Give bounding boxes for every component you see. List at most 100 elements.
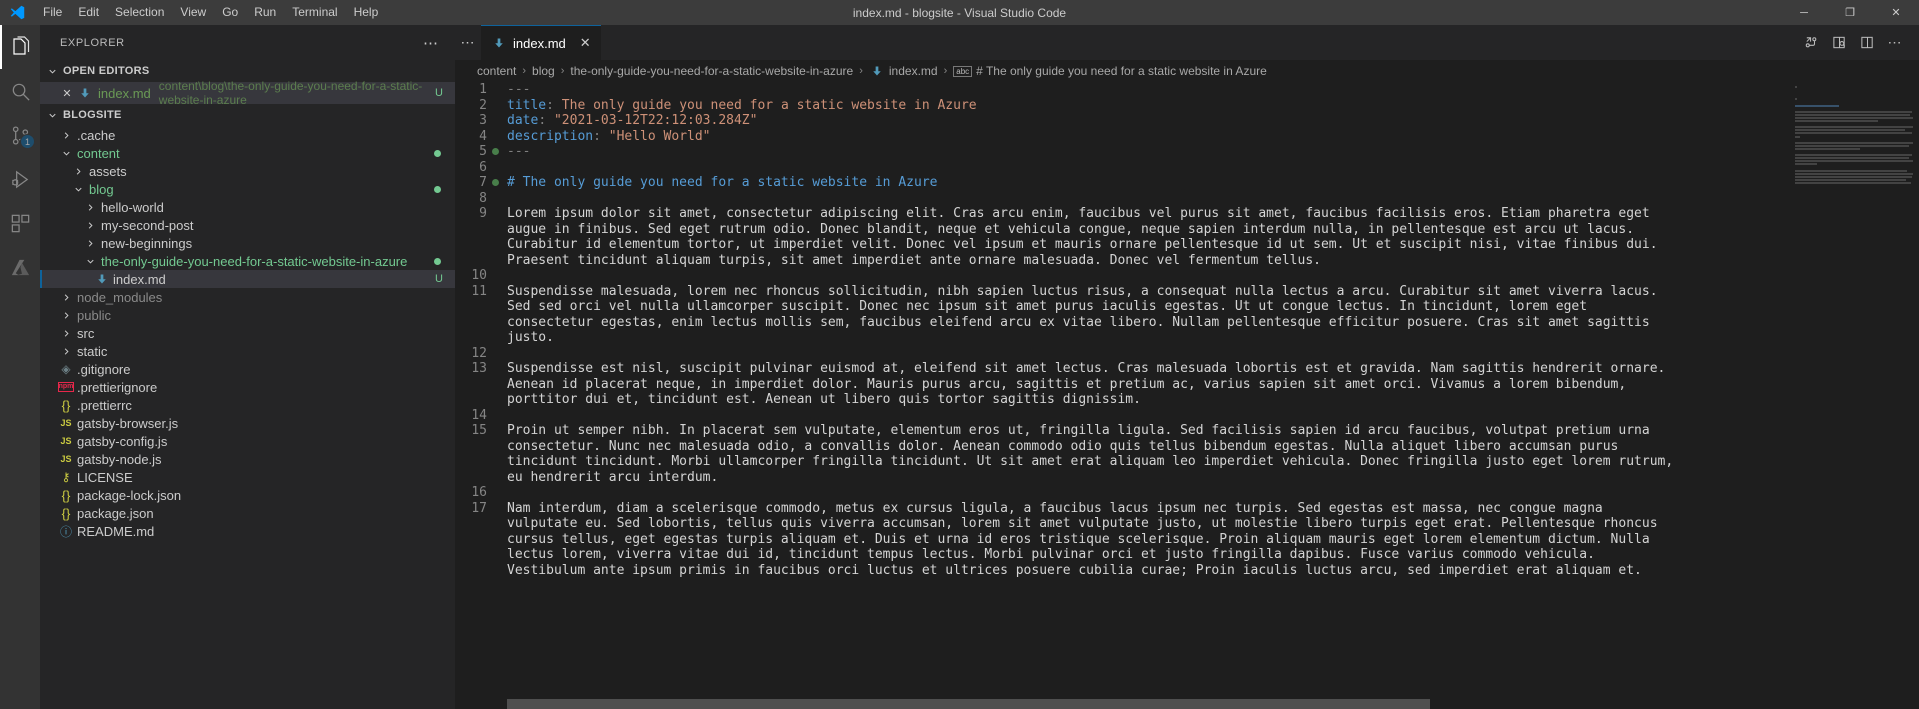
tree-file-.prettierignore[interactable]: npm.prettierignore — [40, 378, 455, 396]
tree-folder-content[interactable]: content — [40, 144, 455, 162]
tree-file-gatsby-node.js[interactable]: JSgatsby-node.js — [40, 450, 455, 468]
breadcrumb-item-3[interactable]: index.md — [869, 64, 938, 78]
code-line: Vestibulum ante ipsum primis in faucibus… — [507, 563, 1781, 579]
breadcrumb-item-4[interactable]: abc# The only guide you need for a stati… — [953, 64, 1267, 78]
git-icon: ◈ — [58, 362, 74, 376]
code-line: cursus tellus, eget egestas turpis aliqu… — [507, 532, 1781, 548]
modified-dot-icon — [434, 150, 441, 157]
js-icon: JS — [58, 418, 74, 428]
chevron-right-icon — [70, 163, 86, 179]
breadcrumb-item-2[interactable]: the-only-guide-you-need-for-a-static-web… — [570, 64, 853, 78]
markdown-icon — [491, 37, 507, 49]
markdown-icon — [94, 273, 110, 285]
activity-azure[interactable] — [0, 245, 40, 289]
azure-icon — [9, 256, 32, 279]
tree-folder-.cache[interactable]: .cache — [40, 126, 455, 144]
menu-file[interactable]: File — [35, 0, 70, 25]
tree-folder-static[interactable]: static — [40, 342, 455, 360]
tree-file-.gitignore[interactable]: ◈.gitignore — [40, 360, 455, 378]
tab-close-icon[interactable]: ✕ — [580, 35, 591, 51]
chevron-down-icon — [70, 181, 86, 197]
menu-go[interactable]: Go — [214, 0, 246, 25]
menu-edit[interactable]: Edit — [70, 0, 107, 25]
close-icon[interactable]: ✕ — [62, 87, 72, 100]
menu-view[interactable]: View — [172, 0, 214, 25]
code-line — [507, 346, 1781, 362]
tree-file-.prettierrc[interactable]: {}.prettierrc — [40, 396, 455, 414]
editor-more-actions-icon[interactable]: ⋯ — [1881, 25, 1909, 60]
line-number: 3 — [455, 113, 487, 129]
tree-file-gatsby-browser.js[interactable]: JSgatsby-browser.js — [40, 414, 455, 432]
tree-folder-assets[interactable]: assets — [40, 162, 455, 180]
tab-label: index.md — [513, 36, 566, 51]
tree-file-README.md[interactable]: ⓘREADME.md — [40, 522, 455, 540]
open-editor-item-index-md[interactable]: ✕ index.md content\blog\the-only-guide-y… — [40, 82, 455, 104]
section-workspace[interactable]: BLOGSITE — [40, 104, 455, 126]
activity-search[interactable] — [0, 69, 40, 113]
maximize-button[interactable]: ❐ — [1827, 0, 1873, 25]
line-number-wrap — [455, 253, 487, 269]
activity-extensions[interactable] — [0, 201, 40, 245]
tree-file-gatsby-config.js[interactable]: JSgatsby-config.js — [40, 432, 455, 450]
menu-help[interactable]: Help — [346, 0, 387, 25]
code-content[interactable]: ---title: The only guide you need for a … — [507, 82, 1789, 709]
breadcrumb-separator: › — [944, 65, 948, 77]
code-scroll[interactable]: 1234567891011121314151617 ---title: The … — [455, 82, 1789, 709]
close-button[interactable]: ✕ — [1873, 0, 1919, 25]
open-editor-badge: U — [435, 87, 455, 99]
menu-selection[interactable]: Selection — [107, 0, 172, 25]
line-number-wrap — [455, 470, 487, 486]
minimize-button[interactable]: ─ — [1781, 0, 1827, 25]
chevron-right-icon — [82, 217, 98, 233]
tab-index-md[interactable]: index.md ✕ — [481, 25, 601, 60]
editor-actions: ⋯ — [1797, 25, 1919, 60]
code-line — [507, 268, 1781, 284]
chevron-right-icon — [82, 235, 98, 251]
tree-folder-hello-world[interactable]: hello-world — [40, 198, 455, 216]
breadcrumb-label: index.md — [889, 64, 938, 78]
split-preview-icon[interactable] — [1797, 25, 1825, 60]
window-controls[interactable]: ─ ❐ ✕ — [1781, 0, 1919, 25]
line-number: 7 — [455, 175, 487, 191]
sidebar-more-actions-icon[interactable]: ⋯ — [423, 34, 447, 52]
tree-folder-new-beginnings[interactable]: new-beginnings — [40, 234, 455, 252]
menu-terminal[interactable]: Terminal — [284, 0, 345, 25]
split-editor-icon[interactable] — [1853, 25, 1881, 60]
tree-file-LICENSE[interactable]: ⚷LICENSE — [40, 468, 455, 486]
activity-source-control[interactable]: 1 — [0, 113, 40, 157]
menu-bar[interactable]: File Edit Selection View Go Run Terminal… — [35, 0, 386, 25]
horizontal-scrollbar-thumb[interactable] — [507, 699, 1430, 709]
tree-folder-my-second-post[interactable]: my-second-post — [40, 216, 455, 234]
breadcrumb-item-1[interactable]: blog — [532, 64, 555, 78]
tree-folder-the-only-guide-you-need-for-a-static-website-in-azure[interactable]: the-only-guide-you-need-for-a-static-web… — [40, 252, 455, 270]
tree-item-label: blog — [89, 182, 114, 197]
minimap[interactable] — [1789, 82, 1919, 709]
breadcrumb-item-0[interactable]: content — [477, 64, 516, 78]
tree-item-label: src — [77, 326, 94, 341]
activity-explorer[interactable] — [0, 25, 40, 69]
activity-run-debug[interactable] — [0, 157, 40, 201]
minimap-line — [1795, 154, 1912, 156]
tree-folder-src[interactable]: src — [40, 324, 455, 342]
code-line — [507, 408, 1781, 424]
tree-item-label: new-beginnings — [101, 236, 192, 251]
tree-folder-blog[interactable]: blog — [40, 180, 455, 198]
tree-file-package-lock.json[interactable]: {}package-lock.json — [40, 486, 455, 504]
minimap-line — [1795, 173, 1913, 175]
tabs-overflow-icon[interactable]: ⋯ — [455, 25, 481, 60]
tree-file-package.json[interactable]: {}package.json — [40, 504, 455, 522]
tree-folder-public[interactable]: public — [40, 306, 455, 324]
minimap-line — [1795, 126, 1913, 128]
search-icon — [9, 80, 32, 103]
open-preview-icon[interactable] — [1825, 25, 1853, 60]
tree-item-label: package-lock.json — [77, 488, 181, 503]
tree-folder-node_modules[interactable]: node_modules — [40, 288, 455, 306]
code-line: porttitor dui et, tincidunt est. Aenean … — [507, 392, 1781, 408]
menu-run[interactable]: Run — [246, 0, 284, 25]
editor-group: ⋯ index.md ✕ — [455, 25, 1919, 709]
code-line: --- — [507, 144, 1781, 160]
files-icon — [8, 35, 32, 59]
horizontal-scrollbar[interactable] — [507, 699, 1789, 709]
chevron-right-icon — [82, 199, 98, 215]
tree-file-index.md[interactable]: index.mdU — [40, 270, 455, 288]
